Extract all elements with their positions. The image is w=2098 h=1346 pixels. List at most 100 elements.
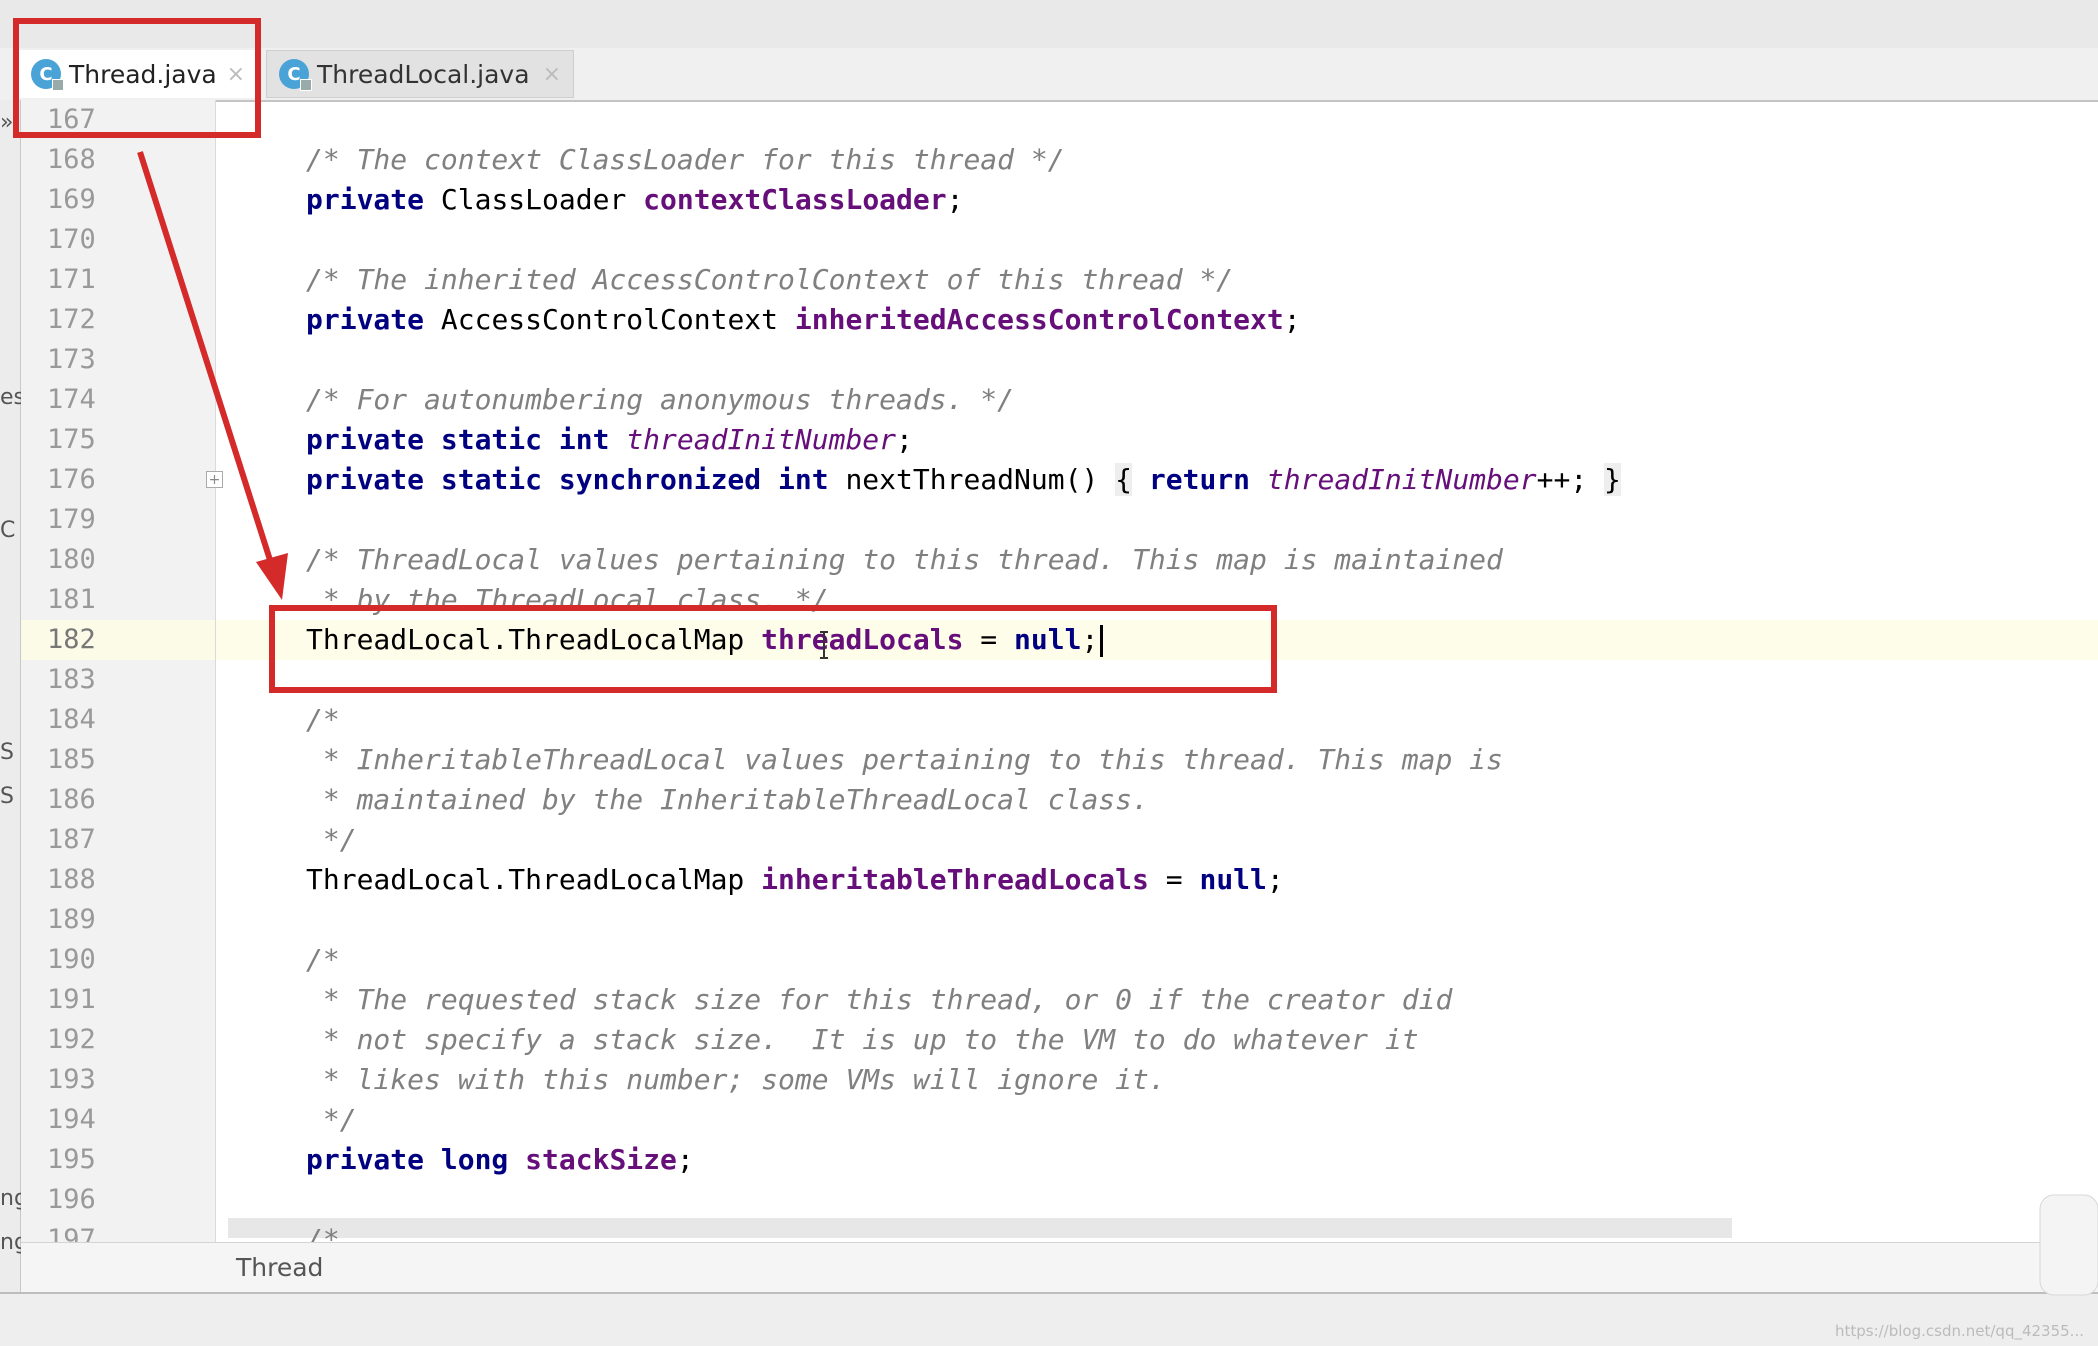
code-comment: * InheritableThreadLocal values pertaini… xyxy=(306,743,1503,776)
panel-fragment: » xyxy=(0,110,14,135)
line-number: 195 xyxy=(47,1144,96,1175)
line-number-gutter[interactable]: 167 168 169 170 171 172 173 174 175 176 … xyxy=(21,100,216,1255)
code-line-195: private long stackSize; xyxy=(306,1140,694,1180)
line-number: 185 xyxy=(47,744,96,775)
code-line-176: private static synchronized int nextThre… xyxy=(306,460,1621,500)
punct: ; xyxy=(1266,863,1284,896)
breadcrumb-item[interactable]: Thread xyxy=(236,1253,323,1282)
line-number: 181 xyxy=(47,584,96,615)
keyword: null xyxy=(1199,863,1267,896)
code-comment: * by the ThreadLocal class. */ xyxy=(306,583,829,616)
code-line-182: ThreadLocal.ThreadLocalMap threadLocals … xyxy=(306,620,1104,660)
operator: ++; xyxy=(1536,463,1605,496)
field-name: threadLocals xyxy=(761,623,964,656)
text-caret xyxy=(1100,625,1104,657)
close-icon[interactable]: × xyxy=(227,62,245,87)
folded-brace[interactable]: { xyxy=(1115,463,1133,496)
field-name: stackSize xyxy=(525,1143,677,1176)
code-editor[interactable]: /* The context ClassLoader for this thre… xyxy=(216,100,2098,1242)
line-number: 168 xyxy=(47,144,96,175)
punct: ; xyxy=(1081,623,1099,656)
tab-label: ThreadLocal.java xyxy=(317,59,530,89)
panel-fragment: S xyxy=(0,740,14,765)
line-number: 190 xyxy=(47,944,96,975)
folded-brace[interactable]: } xyxy=(1604,463,1621,496)
keyword: private xyxy=(306,303,425,336)
watermark-text: https://blog.csdn.net/qq_42355... xyxy=(1834,1322,2084,1340)
line-number-current: 182 xyxy=(21,620,215,660)
static-field-name: threadInitNumber xyxy=(626,423,897,456)
code-comment: * maintained by the InheritableThreadLoc… xyxy=(306,783,1149,816)
code-comment: /* ThreadLocal values pertaining to this… xyxy=(306,543,1503,576)
line-number: 187 xyxy=(47,824,96,855)
code-line-172: private AccessControlContext inheritedAc… xyxy=(306,300,1301,340)
code-comment: * likes with this number; some VMs will … xyxy=(306,1063,1166,1096)
code-comment: /* xyxy=(306,703,340,736)
breadcrumb[interactable]: Thread xyxy=(21,1242,2098,1293)
code-comment: /* The context ClassLoader for this thre… xyxy=(306,143,1065,176)
punct: ; xyxy=(1283,303,1301,336)
static-field-name: threadInitNumber xyxy=(1266,463,1537,496)
tab-threadlocal-java[interactable]: C ThreadLocal.java × xyxy=(266,50,574,98)
line-number: 194 xyxy=(47,1104,96,1135)
code-comment: * The requested stack size for this thre… xyxy=(306,983,1453,1016)
keyword: private xyxy=(306,183,425,216)
line-number: 191 xyxy=(47,984,96,1015)
keyword: private long xyxy=(306,1143,509,1176)
code-comment: /* The inherited AccessControlContext of… xyxy=(306,263,1234,296)
keyword: private static synchronized int xyxy=(306,463,829,496)
type-name: ThreadLocal.ThreadLocalMap xyxy=(306,623,762,656)
keyword: return xyxy=(1132,463,1267,496)
java-class-icon: C xyxy=(279,59,312,91)
code-line-169: private ClassLoader contextClassLoader; xyxy=(306,180,963,220)
keyword: private static int xyxy=(306,423,610,456)
horizontal-scrollbar[interactable] xyxy=(228,1218,1732,1238)
keyword: null xyxy=(1014,623,1082,656)
line-number: 188 xyxy=(47,864,96,895)
operator: = xyxy=(1148,863,1200,896)
field-name: contextClassLoader xyxy=(643,183,947,216)
line-number: 167 xyxy=(47,104,96,135)
line-number: 179 xyxy=(47,504,96,535)
line-number: 173 xyxy=(47,344,96,375)
type-name: ClassLoader xyxy=(424,183,644,216)
method-name: nextThreadNum() xyxy=(828,463,1116,496)
code-line-188: ThreadLocal.ThreadLocalMap inheritableTh… xyxy=(306,860,1284,900)
line-number: 192 xyxy=(47,1024,96,1055)
line-number: 183 xyxy=(47,664,96,695)
line-number: 170 xyxy=(47,224,96,255)
line-number: 174 xyxy=(47,384,96,415)
line-number: 189 xyxy=(47,904,96,935)
line-number: 196 xyxy=(47,1184,96,1215)
punct: ; xyxy=(896,423,913,456)
code-comment: * not specify a stack size. It is up to … xyxy=(306,1023,1419,1056)
tab-label: Thread.java xyxy=(69,59,217,89)
line-number: 175 xyxy=(47,424,96,455)
punct: ; xyxy=(676,1143,694,1176)
project-panel-edge[interactable]: » es C S S ng ng xyxy=(0,100,28,1292)
line-number: 171 xyxy=(47,264,96,295)
line-number: 169 xyxy=(47,184,96,215)
close-icon[interactable]: × xyxy=(543,62,561,87)
line-number: 172 xyxy=(47,304,96,335)
type-name: AccessControlContext xyxy=(424,303,795,336)
code-comment: */ xyxy=(306,823,357,856)
line-number: 193 xyxy=(47,1064,96,1095)
line-number: 184 xyxy=(47,704,96,735)
code-comment: /* For autonumbering anonymous threads. … xyxy=(306,383,1015,416)
code-line-175: private static int threadInitNumber; xyxy=(306,420,913,460)
punct: ; xyxy=(946,183,964,216)
code-comment: /* xyxy=(306,1223,340,1242)
panel-fragment: C xyxy=(0,518,16,543)
type-name: ThreadLocal.ThreadLocalMap xyxy=(306,863,762,896)
tab-thread-java[interactable]: C Thread.java × xyxy=(18,50,258,98)
window-title-bar xyxy=(0,0,2098,49)
panel-fragment: S xyxy=(0,784,14,809)
line-number: 186 xyxy=(47,784,96,815)
line-number: 176 xyxy=(47,464,96,495)
status-bar: https://blog.csdn.net/qq_42355... xyxy=(0,1292,2098,1346)
code-comment: */ xyxy=(306,1103,357,1136)
java-class-icon: C xyxy=(31,59,64,91)
